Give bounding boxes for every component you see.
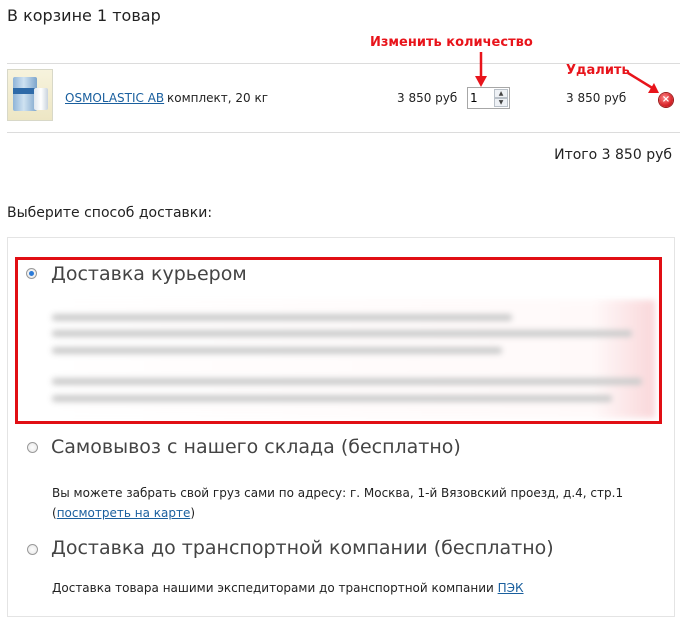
unit-price: 3 850 руб [397,91,458,105]
cart-total: Итого 3 850 руб [554,147,672,163]
annotation-delete: Удалить [566,63,630,78]
pek-link[interactable]: ПЭК [498,581,524,595]
annotation-change-quantity: Изменить количество [370,35,533,50]
line-total: 3 850 руб [566,91,627,105]
pickup-description: Вы можете забрать свой груз сами по адре… [52,483,652,523]
product-description: комплект, 20 кг [167,91,269,105]
close-circle-icon[interactable]: × [659,93,673,107]
triangle-up-icon[interactable]: ▲ [494,89,508,98]
transport-description: Доставка товара нашими экспедиторами до … [52,581,524,595]
product-name-link[interactable]: OSMOLASTIC AB [65,91,164,105]
quantity-stepper[interactable]: ▲ ▼ [467,87,510,109]
pickup-address: Вы можете забрать свой груз сами по адре… [52,486,624,500]
quantity-input[interactable] [470,90,492,106]
triangle-down-icon[interactable]: ▼ [494,98,508,107]
paren-close: ) [190,506,196,520]
map-link[interactable]: посмотреть на карте [57,506,191,520]
arrow-down-icon [475,52,487,87]
arrow-diagonal-icon [627,71,659,93]
product-thumbnail[interactable] [7,69,53,121]
radio-pickup[interactable] [27,442,38,453]
highlight-frame [15,257,662,424]
delivery-title: Выберите способ доставки: [7,205,213,221]
divider [7,132,680,133]
transport-text: Доставка товара нашими экспедиторами до … [52,581,494,595]
radio-transport[interactable] [27,544,38,555]
cart-title: В корзине 1 товар [7,6,161,25]
option-label-pickup[interactable]: Самовывоз с нашего склада (бесплатно) [51,436,461,458]
option-label-transport[interactable]: Доставка до транспортной компании (беспл… [51,537,554,559]
